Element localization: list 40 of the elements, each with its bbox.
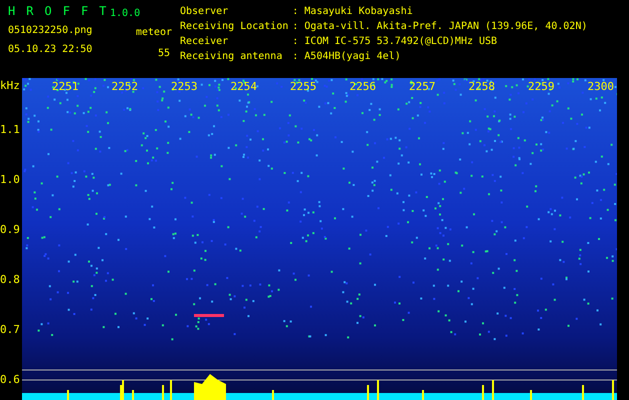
time-label: 2253: [171, 80, 198, 93]
logo-letter: O: [44, 4, 52, 19]
info-label: Receiving antenna: [180, 50, 284, 64]
time-label: 2254: [230, 80, 257, 93]
info-value: Masayuki Kobayashi: [304, 5, 414, 19]
logo-letter: F: [62, 4, 70, 19]
info-label: Receiving Location: [180, 20, 290, 34]
info-value: Ogata-vill. Akita-Pref. JAPAN (139.96E, 40.02N): [304, 20, 588, 34]
logo-letter: T: [99, 4, 106, 19]
axis-tick-label: 0.7: [0, 322, 20, 337]
logo-letter: F: [80, 4, 88, 19]
info-value: ICOM IC-575 53.7492(@LCD)MHz USB: [304, 35, 498, 49]
separator: :: [292, 35, 300, 49]
axis-tick-label: 0.6: [0, 372, 20, 387]
time-label: 2252: [112, 80, 138, 93]
axis-tick-label: 0.8: [0, 272, 20, 287]
logo-letter: H: [8, 4, 16, 19]
axis-tick-label: 1.0: [0, 172, 20, 187]
version-label: 1.0.0: [110, 7, 140, 21]
separator: :: [292, 20, 300, 34]
time-label: 2257: [409, 80, 436, 93]
time-label: 2258: [468, 80, 495, 93]
info-label: Receiver: [180, 35, 230, 49]
axis-tick-label: 0.9: [0, 222, 20, 237]
time-label: 2256: [350, 80, 376, 93]
axis-unit: kHz: [0, 78, 20, 93]
counter-label: meteor: [136, 26, 172, 40]
counter-value: 55: [158, 47, 171, 61]
file-name: 0510232250.png: [8, 24, 94, 38]
time-label: 2300: [588, 80, 614, 93]
time-label: 2251: [52, 80, 78, 93]
separator: :: [292, 5, 300, 19]
time-label: 2255: [290, 80, 316, 93]
separator: :: [292, 50, 300, 64]
info-label: Observer: [180, 5, 230, 19]
date-time: 05.10.23 22:50: [8, 43, 94, 57]
logo-letter: R: [26, 4, 34, 19]
time-label: 2259: [528, 80, 554, 93]
axis-tick-label: 1.1: [0, 122, 20, 137]
info-value: A504HB(yagi 4el): [304, 50, 402, 64]
